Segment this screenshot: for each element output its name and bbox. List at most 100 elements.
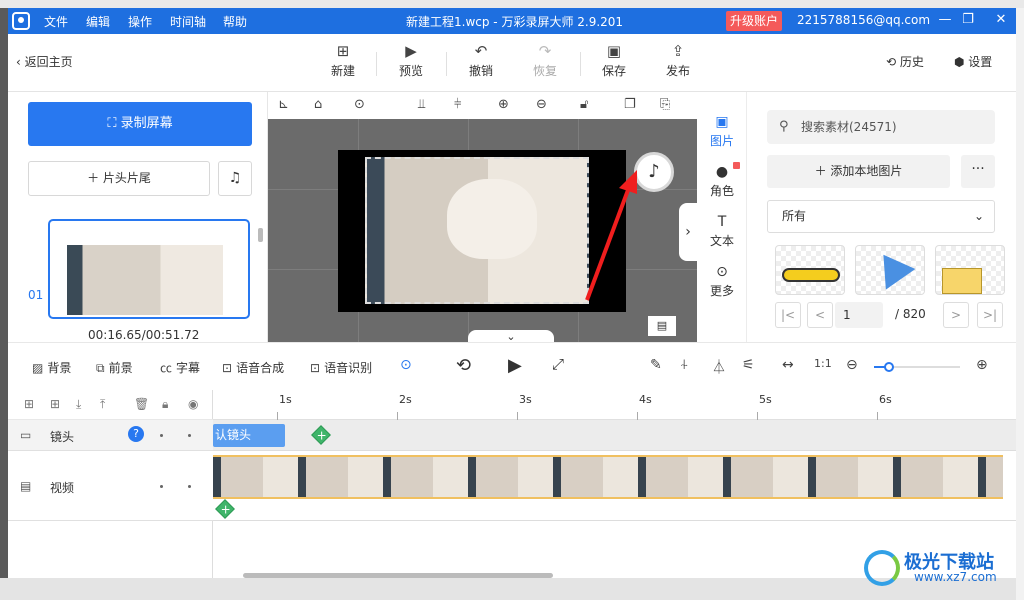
delete-icon[interactable]: 🗑︎: [134, 397, 149, 411]
menu-help[interactable]: 帮助: [223, 13, 247, 30]
asset-search-input[interactable]: ⚲ 搜索素材(24571): [767, 110, 995, 144]
add-folder-icon[interactable]: ⊞: [24, 397, 34, 411]
track-header-video[interactable]: ▤ 视频: [8, 451, 213, 521]
zoom-in-icon[interactable]: ⊕: [498, 97, 509, 112]
new-file-icon: ⊞: [336, 42, 350, 60]
next-page-button[interactable]: >: [943, 302, 969, 328]
add-keyframe-icon[interactable]: +: [215, 499, 235, 519]
add-track-icon[interactable]: ⊞: [50, 397, 60, 411]
replay-icon[interactable]: ⟲: [456, 355, 471, 376]
upgrade-button[interactable]: 升级账户: [726, 11, 782, 31]
preview-button[interactable]: ▶ 预览: [386, 42, 436, 79]
tab-characters[interactable]: ● 角色: [697, 162, 747, 199]
copy-icon[interactable]: ❐: [624, 97, 636, 112]
move-down-icon[interactable]: ⤓: [76, 397, 81, 412]
menu-edit[interactable]: 编辑: [86, 13, 110, 30]
track-dot[interactable]: [188, 485, 191, 488]
adjust-icon[interactable]: ⚟: [742, 357, 755, 373]
new-button[interactable]: ⊞ 新建: [318, 42, 368, 79]
add-local-image-button[interactable]: ＋ 添加本地图片: [767, 155, 950, 188]
tab-text[interactable]: T 文本: [697, 214, 747, 249]
close-icon[interactable]: ✕: [992, 12, 1010, 27]
asset-thumbnail-blue-arrow[interactable]: [855, 245, 925, 295]
asset-thumbnail-envelope[interactable]: [935, 245, 1005, 295]
more-circle-icon[interactable]: ⊙: [354, 97, 365, 112]
head-tail-button[interactable]: ＋ 片头片尾: [28, 161, 210, 196]
zoom-out-icon[interactable]: ⊖: [846, 357, 858, 373]
subtitle-button[interactable]: ㏄字幕: [160, 359, 200, 376]
tab-images[interactable]: ▣ 图片: [697, 114, 747, 149]
menu-timeline[interactable]: 时间轴: [170, 13, 206, 30]
zoom-out-icon[interactable]: ⊖: [536, 97, 547, 112]
tab-more[interactable]: ⊙ 更多: [697, 264, 747, 299]
background-button[interactable]: ▨ 背景: [32, 359, 71, 376]
settings-button[interactable]: ⬢ 设置: [954, 53, 992, 70]
foreground-icon: ⧉: [96, 361, 105, 375]
fit-width-icon[interactable]: ↔: [782, 357, 794, 373]
history-button[interactable]: ⟲ 历史: [886, 53, 924, 70]
minimap-icon[interactable]: ▤: [648, 316, 676, 336]
menu-operate[interactable]: 操作: [128, 13, 152, 30]
chevron-right-icon[interactable]: ›: [679, 203, 697, 261]
track-header-lens[interactable]: ▭ 镜头 ?: [8, 420, 213, 451]
ruler-icon[interactable]: ⊾: [278, 97, 289, 112]
lock-icon[interactable]: 🔒︎: [162, 397, 168, 412]
prev-page-button[interactable]: <: [807, 302, 833, 328]
split-icon[interactable]: ⍭: [680, 357, 688, 373]
lens-clip[interactable]: 认镜头: [213, 424, 285, 447]
actual-size-icon[interactable]: 1:1: [814, 357, 832, 370]
account-email[interactable]: 2215788156@qq.com: [797, 13, 930, 27]
fullscreen-icon[interactable]: ⤢: [552, 355, 564, 373]
ruler-tick: 3s: [519, 393, 532, 406]
timeline-scrollbar[interactable]: [243, 573, 553, 578]
more-options-button[interactable]: ···: [961, 155, 995, 188]
timeline-ruler[interactable]: 1s 2s 3s 4s 5s 6s: [213, 390, 1016, 420]
yellow-bar-shape: [782, 268, 840, 282]
first-page-button[interactable]: |<: [775, 302, 801, 328]
slider-knob[interactable]: [884, 362, 894, 372]
page-number-input[interactable]: 1: [835, 302, 883, 328]
play-icon: ▶: [405, 42, 417, 60]
publish-button[interactable]: ⇪ 发布: [653, 42, 703, 79]
edit-icon[interactable]: ✎: [650, 357, 662, 373]
music-button[interactable]: ♫: [218, 161, 252, 196]
timeline-zoom-slider[interactable]: [874, 362, 960, 372]
record-screen-button[interactable]: ⛶ 录制屏幕: [28, 102, 252, 146]
screen-recording-clip[interactable]: [365, 157, 589, 304]
help-icon[interactable]: ?: [128, 426, 144, 442]
publish-icon: ⇪: [671, 42, 685, 60]
move-up-icon[interactable]: ⤒: [100, 397, 105, 412]
minimize-icon[interactable]: —: [936, 12, 954, 27]
add-keyframe-icon[interactable]: +: [311, 425, 331, 445]
paste-icon[interactable]: ⎘: [660, 97, 670, 112]
visibility-icon[interactable]: ◉: [188, 397, 198, 411]
video-filmstrip-clip[interactable]: [213, 455, 1003, 499]
zoom-in-icon[interactable]: ⊕: [976, 357, 988, 373]
track-dot[interactable]: [160, 485, 163, 488]
category-select[interactable]: 所有 ⌄: [767, 200, 995, 233]
align-center-icon[interactable]: ⫩: [454, 97, 461, 112]
play-icon[interactable]: ▶: [508, 355, 522, 376]
back-home-button[interactable]: ‹ 返回主页: [16, 53, 73, 70]
more-tools-icon[interactable]: ⊙: [400, 357, 412, 373]
align-bottom-icon[interactable]: ⫫: [418, 97, 425, 112]
page-total: / 820: [895, 307, 926, 321]
menu-file[interactable]: 文件: [44, 13, 68, 30]
undo-button[interactable]: ↶ 撤销: [456, 42, 506, 79]
filter-icon[interactable]: ⏃: [712, 357, 726, 377]
save-button[interactable]: ▣ 保存: [589, 42, 639, 79]
last-page-button[interactable]: >|: [977, 302, 1003, 328]
asr-button[interactable]: ⊡ 语音识别: [310, 359, 372, 376]
lock-icon[interactable]: 🔓︎: [580, 97, 588, 112]
track-dot[interactable]: [160, 434, 163, 437]
home-icon[interactable]: ⌂: [314, 97, 322, 112]
asset-thumbnail-yellow-bar[interactable]: [775, 245, 845, 295]
tts-button[interactable]: ⊡ 语音合成: [222, 359, 284, 376]
scene-scrollbar[interactable]: [258, 228, 263, 242]
scene-clip-thumbnail[interactable]: [48, 219, 250, 319]
camera-icon: ▭: [20, 428, 32, 442]
track-dot[interactable]: [188, 434, 191, 437]
redo-button[interactable]: ↷ 恢复: [520, 42, 570, 79]
restore-icon[interactable]: ❐: [959, 12, 977, 27]
foreground-button[interactable]: ⧉ 前景: [96, 359, 133, 376]
